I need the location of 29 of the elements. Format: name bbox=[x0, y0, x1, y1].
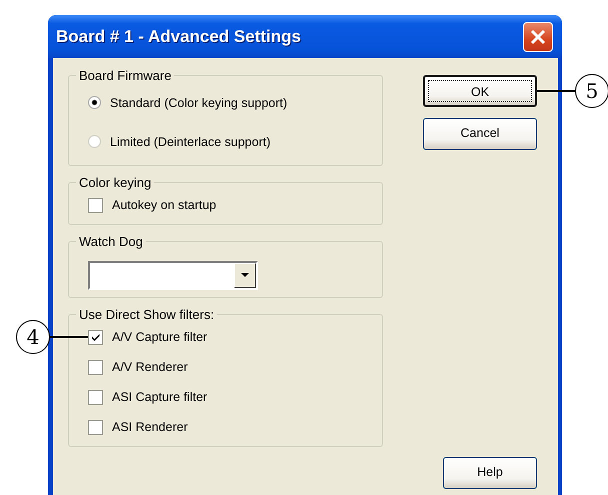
checkbox[interactable] bbox=[88, 330, 103, 344]
group-title: Use Direct Show filters: bbox=[78, 307, 216, 322]
radio-label: Standard (Color keying support) bbox=[110, 96, 288, 110]
checkbox-label: ASI Renderer bbox=[112, 420, 188, 434]
checkbox[interactable] bbox=[88, 390, 103, 404]
leader-line bbox=[537, 90, 575, 92]
close-icon bbox=[530, 28, 546, 44]
callout-number: 4 bbox=[16, 320, 50, 354]
window-title: Board # 1 - Advanced Settings bbox=[56, 26, 301, 46]
checkbox[interactable] bbox=[88, 420, 103, 434]
checkbox[interactable] bbox=[88, 360, 103, 374]
checkbox-label: A/V Renderer bbox=[112, 360, 188, 374]
radio-label: Limited (Deinterlace support) bbox=[110, 134, 270, 148]
radio-button[interactable] bbox=[88, 135, 101, 148]
checkbox-label: A/V Capture filter bbox=[112, 330, 208, 344]
group-title: Color keying bbox=[78, 175, 152, 190]
dropdown[interactable] bbox=[88, 260, 258, 290]
checkbox-label: ASI Capture filter bbox=[112, 390, 208, 404]
radio-button[interactable] bbox=[88, 96, 101, 109]
leader-line bbox=[50, 336, 88, 338]
callout-number: 5 bbox=[575, 74, 608, 108]
close-button[interactable] bbox=[523, 22, 553, 52]
dialog-button[interactable]: OK bbox=[423, 75, 537, 107]
dialog-button[interactable]: Cancel bbox=[423, 118, 537, 150]
checkbox[interactable] bbox=[88, 198, 103, 212]
group-title: Watch Dog bbox=[78, 234, 144, 249]
checkbox-label: Autokey on startup bbox=[112, 198, 216, 212]
dialog-button[interactable]: Help bbox=[443, 457, 537, 489]
group-title: Board Firmware bbox=[78, 68, 172, 83]
